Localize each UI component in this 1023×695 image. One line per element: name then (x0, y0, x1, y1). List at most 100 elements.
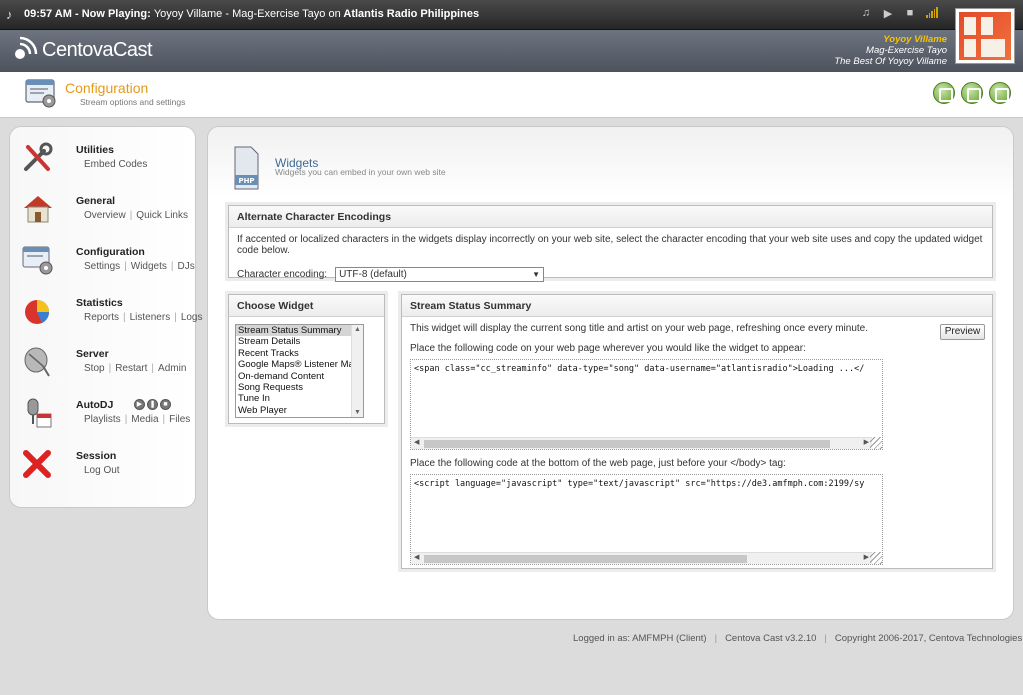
sidebar-link-overview[interactable]: Overview (84, 210, 126, 221)
scroll-left-icon[interactable]: ◀ (414, 438, 419, 446)
now-playing-bar: ♪ 09:57 AM - Now Playing: Yoyoy Villame … (0, 0, 1023, 30)
now-playing-prefix: Now Playing: (81, 8, 151, 20)
broadcast-logo-icon (8, 32, 44, 66)
centova-logo[interactable]: CentovaCast (8, 32, 153, 66)
music-note-icon: ♪ (6, 7, 13, 22)
brand-bar: CentovaCast Yoyoy Villame Mag-Exercise T… (0, 30, 1023, 72)
now-playing-time: 09:57 AM (24, 8, 72, 20)
brand-name: CentovaCast (42, 38, 153, 61)
widget-option[interactable]: On-demand Content (236, 371, 363, 382)
sidebar-title: Utilities (76, 144, 114, 156)
code2-text: <script language="javascript" type="text… (414, 479, 865, 489)
stop-icon[interactable]: ■ (904, 7, 916, 20)
stream-status-title: Stream Status Summary (402, 295, 992, 317)
resize-grip-icon[interactable] (870, 437, 882, 449)
sidebar-link-settings[interactable]: Settings (84, 261, 120, 272)
scroll-right-icon[interactable]: ▶ (864, 438, 869, 446)
widget-option[interactable]: Google Maps® Listener Map (236, 359, 363, 370)
listbox-scrollbar[interactable]: ▲ ▼ (351, 325, 363, 417)
resize-grip-icon[interactable] (870, 552, 882, 564)
close-icon (23, 450, 51, 478)
footer-copyright: Copyright 2006-2017, Centova Technologie… (834, 633, 1023, 644)
music-note-icon[interactable]: ♫ (860, 7, 872, 20)
home-icon (24, 196, 52, 223)
sidebar-link-djs[interactable]: DJs (177, 261, 194, 272)
sidebar-link-quick-links[interactable]: Quick Links (136, 210, 188, 221)
encodings-description: If accented or localized characters in t… (237, 234, 983, 256)
main-header: PHP Widgets Widgets you can embed in you… (208, 127, 1013, 199)
toggle-icon[interactable] (933, 82, 955, 104)
signal-strength-icon (926, 7, 938, 18)
code1-textarea[interactable]: <span class="cc_streaminfo" data-type="s… (410, 359, 883, 450)
scroll-right-icon[interactable]: ▶ (864, 553, 869, 561)
sidebar-link-listeners[interactable]: Listeners (130, 312, 171, 323)
sidebar-link-admin[interactable]: Admin (158, 363, 186, 374)
sidebar-link-files[interactable]: Files (169, 414, 190, 425)
choose-widget-title: Choose Widget (229, 295, 384, 317)
now-playing-on: on (328, 8, 341, 20)
sidebar: Utilities Embed Codes General Overview | Q… (9, 126, 203, 508)
code2-scrollbar[interactable]: ◀ ▶ (411, 552, 872, 564)
now-playing-text: 09:57 AM - Now Playing: Yoyoy Villame - … (24, 8, 480, 20)
sidebar-link-restart[interactable]: Restart (115, 363, 147, 374)
widget-option[interactable]: Web Player (236, 405, 363, 416)
play-icon[interactable]: ▶ (882, 7, 894, 20)
settings-icon[interactable] (989, 82, 1011, 104)
page-title: Configuration (65, 80, 149, 96)
page-header: Configuration Stream options and setting… (0, 72, 1023, 118)
sidebar-link-widgets[interactable]: Widgets (131, 261, 167, 272)
sidebar-title: Configuration (76, 246, 145, 258)
sidebar-item-statistics: Statistics Reports | Listeners | Logs (20, 294, 203, 328)
track-title: Mag-Exercise Tayo (866, 45, 947, 56)
sidebar-title: Session (76, 450, 117, 462)
now-playing-song: Yoyoy Villame - Mag-Exercise Tayo (153, 8, 326, 20)
microphone-icon (27, 398, 52, 428)
widget-option[interactable]: Recent Tracks (236, 348, 363, 359)
widget-option[interactable]: Tune In (236, 393, 363, 404)
scroll-left-icon[interactable]: ◀ (414, 553, 419, 561)
sidebar-title: Statistics (76, 297, 123, 309)
pie-chart-icon (25, 300, 50, 324)
sidebar-link-logs[interactable]: Logs (181, 312, 203, 323)
code1-scrollbar[interactable]: ◀ ▶ (411, 437, 872, 449)
sidebar-item-configuration: Configuration Settings | Widgets | DJs (20, 243, 195, 277)
stream-status-box: Stream Status Summary Preview This widge… (401, 294, 993, 569)
sidebar-link-log-out[interactable]: Log Out (84, 465, 120, 476)
code1-label: Place the following code on your web pag… (410, 343, 806, 354)
page-subtitle: Stream options and settings (80, 97, 186, 107)
sidebar-link-embed-codes[interactable]: Embed Codes (84, 159, 147, 170)
autodj-play-icon[interactable]: ▶ (134, 399, 145, 410)
choose-widget-box: Choose Widget Stream Status Summary Stre… (228, 294, 385, 424)
album-art (955, 8, 1015, 64)
configuration-icon (22, 246, 53, 275)
widget-listbox[interactable]: Stream Status Summary Stream Details Rec… (235, 324, 364, 418)
sidebar-title: Server (76, 348, 109, 360)
code2-label: Place the following code at the bottom o… (410, 458, 786, 469)
code2-textarea[interactable]: <script language="javascript" type="text… (410, 474, 883, 565)
sidebar-link-stop[interactable]: Stop (84, 363, 105, 374)
sidebar-link-media[interactable]: Media (131, 414, 158, 425)
footer-logged-in: Logged in as: AMFMPH (Client) (573, 633, 707, 644)
autodj-pause-icon[interactable]: ❚ (147, 399, 158, 410)
restart-icon[interactable] (961, 82, 983, 104)
sidebar-title: General (76, 195, 116, 207)
encoding-selected-value: UTF-8 (default) (339, 269, 407, 280)
main-panel: PHP Widgets Widgets you can embed in you… (207, 126, 1014, 620)
track-artist: Yoyoy Villame (883, 34, 947, 45)
encodings-title: Alternate Character Encodings (229, 206, 992, 228)
autodj-stop-icon[interactable]: ■ (160, 399, 171, 410)
widget-option[interactable]: Stream Details (236, 336, 363, 347)
sidebar-link-reports[interactable]: Reports (84, 312, 119, 323)
autodj-controls: ▶ ❚ ■ (134, 399, 171, 410)
preview-button[interactable]: Preview (940, 324, 985, 340)
encodings-box: Alternate Character Encodings If accente… (228, 205, 993, 282)
widget-description: This widget will display the current son… (410, 323, 869, 334)
encoding-label: Character encoding: (237, 269, 328, 280)
tools-icon (24, 142, 53, 171)
sidebar-link-playlists[interactable]: Playlists (84, 414, 121, 425)
code1-text: <span class="cc_streaminfo" data-type="s… (414, 364, 865, 374)
track-album: The Best Of Yoyoy Villame (834, 56, 947, 67)
widget-option[interactable]: Song Requests (236, 382, 363, 393)
encoding-select[interactable]: UTF-8 (default) ▼ (335, 267, 545, 282)
widget-option[interactable]: Stream Status Summary (236, 325, 363, 337)
